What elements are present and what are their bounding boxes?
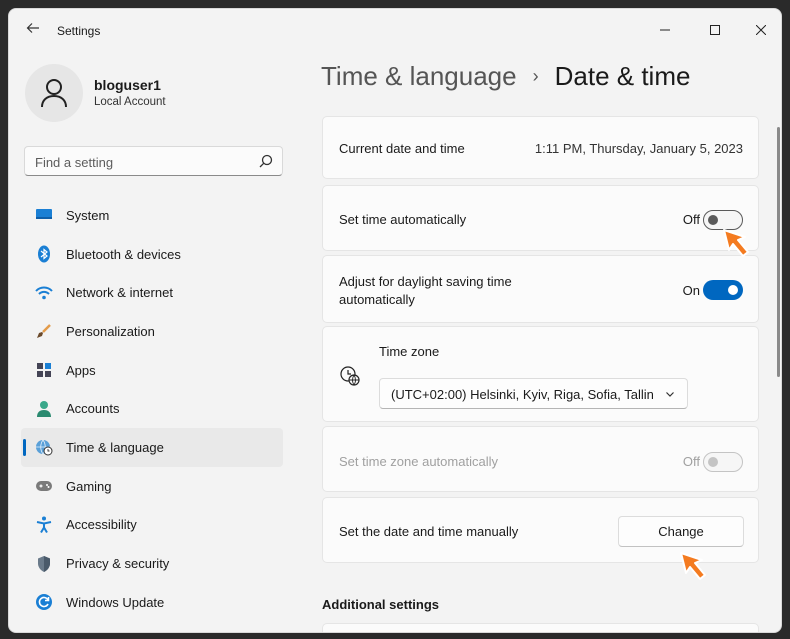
sidebar-item-bluetooth[interactable]: Bluetooth & devices — [21, 235, 283, 274]
search-input[interactable] — [35, 153, 255, 171]
user-icon — [41, 79, 67, 108]
pointer-arrow-icon-2 — [680, 552, 706, 580]
set-timezone-auto-state: Off — [682, 454, 700, 469]
user-name: bloguser1 — [94, 77, 161, 93]
set-time-auto-label: Set time automatically — [339, 212, 467, 227]
globe-clock-icon — [35, 438, 53, 456]
time-zone-card: Time zone (UTC+02:00) Helsinki, Kyiv, Ri… — [322, 326, 759, 422]
set-time-auto-state: Off — [682, 212, 700, 227]
pointer-arrow-icon — [723, 229, 749, 257]
daylight-saving-label-line2: automatically — [339, 292, 415, 307]
time-zone-label: Time zone — [379, 344, 440, 359]
person-icon — [35, 400, 53, 418]
additional-settings-title: Additional settings — [322, 597, 439, 612]
maximize-button[interactable] — [695, 15, 735, 45]
close-button[interactable] — [741, 15, 781, 45]
bluetooth-icon — [35, 245, 53, 263]
search-box[interactable] — [24, 146, 283, 176]
avatar[interactable] — [25, 64, 83, 122]
additional-settings-card[interactable] — [322, 623, 759, 632]
close-icon — [756, 25, 766, 35]
current-datetime-label: Current date and time — [339, 141, 465, 156]
back-arrow-icon — [26, 23, 39, 33]
daylight-saving-card: Adjust for daylight saving time automati… — [322, 255, 759, 323]
sidebar-item-accounts[interactable]: Accounts — [21, 389, 283, 428]
sidebar-item-personalization[interactable]: Personalization — [21, 312, 283, 351]
time-zone-selected: (UTC+02:00) Helsinki, Kyiv, Riga, Sofia,… — [391, 387, 653, 402]
shield-icon — [35, 555, 53, 573]
search-icon[interactable] — [259, 154, 273, 168]
daylight-saving-label-line1: Adjust for daylight saving time — [339, 274, 512, 289]
gamepad-icon — [35, 477, 53, 495]
breadcrumb: Time & language › Date & time — [321, 61, 690, 92]
back-button[interactable] — [21, 21, 45, 41]
page-title: Date & time — [554, 61, 691, 91]
account-type: Local Account — [94, 96, 166, 108]
time-zone-dropdown[interactable]: (UTC+02:00) Helsinki, Kyiv, Riga, Sofia,… — [379, 378, 688, 409]
sidebar-item-network[interactable]: Network & internet — [21, 273, 283, 312]
set-time-auto-card: Set time automatically Off — [322, 185, 759, 251]
time-zone-icon — [339, 365, 361, 390]
sidebar-item-accessibility[interactable]: Accessibility — [21, 506, 283, 545]
current-datetime-value: 1:11 PM, Thursday, January 5, 2023 — [534, 141, 743, 156]
set-timezone-auto-toggle — [703, 452, 743, 472]
set-datetime-manually-label: Set the date and time manually — [339, 524, 519, 539]
minimize-button[interactable] — [645, 15, 685, 45]
sidebar-item-gaming[interactable]: Gaming — [21, 467, 283, 506]
daylight-saving-state: On — [682, 283, 700, 298]
title-bar: Settings — [9, 9, 781, 53]
sidebar-item-system[interactable]: System — [21, 196, 283, 235]
current-datetime-card: Current date and time 1:11 PM, Thursday,… — [322, 116, 759, 179]
monitor-icon — [35, 206, 53, 224]
maximize-icon — [710, 25, 720, 35]
sidebar-item-time-language[interactable]: Time & language — [21, 428, 283, 467]
chevron-down-icon — [666, 392, 674, 397]
set-timezone-auto-label: Set time zone automatically — [339, 454, 498, 469]
brush-icon — [35, 322, 53, 340]
breadcrumb-parent[interactable]: Time & language — [321, 61, 517, 92]
update-icon — [35, 593, 53, 611]
sidebar-item-windows-update[interactable]: Windows Update — [21, 583, 283, 622]
change-button[interactable]: Change — [618, 516, 744, 547]
sidebar-nav: System Bluetooth & devices Network & int… — [21, 196, 283, 622]
apps-icon — [35, 361, 53, 379]
sidebar-item-privacy[interactable]: Privacy & security — [21, 544, 283, 583]
settings-window: Settings bloguser1 Local Account System … — [8, 8, 782, 633]
set-timezone-auto-card: Set time zone automatically Off — [322, 426, 759, 492]
scrollbar[interactable] — [777, 127, 780, 377]
accessibility-icon — [35, 516, 53, 534]
daylight-saving-toggle[interactable] — [703, 280, 743, 300]
app-title: Settings — [57, 24, 101, 38]
minimize-icon — [660, 29, 670, 31]
breadcrumb-separator: › — [532, 66, 539, 86]
sidebar-item-apps[interactable]: Apps — [21, 351, 283, 390]
wifi-icon — [35, 284, 53, 302]
